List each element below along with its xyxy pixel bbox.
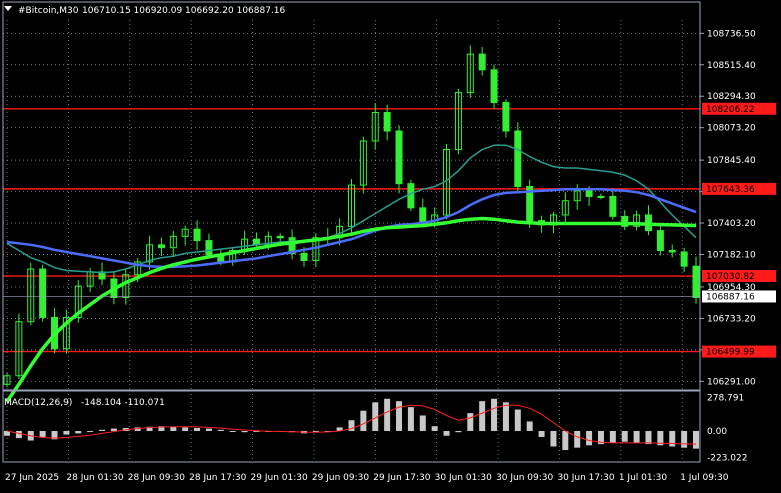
candle-body — [597, 195, 605, 198]
level-price-label: 108206.22 — [706, 105, 755, 115]
candle-body — [383, 112, 391, 132]
grid — [3, 20, 700, 462]
macd-values: -148.104 -110.071 — [81, 398, 165, 408]
x-tick-label: 1 Jul 01:30 — [619, 473, 668, 483]
macd-histogram-bar — [491, 398, 498, 431]
macd-histogram-bar — [681, 430, 688, 448]
macd-tick-label: 0.00 — [707, 427, 727, 437]
candle-body — [276, 235, 284, 239]
macd-histogram-bar — [526, 421, 533, 431]
y-tick-label: 106733.20 — [707, 314, 756, 324]
x-tick-label: 29 Jun 09:30 — [312, 473, 369, 483]
candle-body — [300, 252, 308, 261]
macd-histogram-bar — [693, 430, 699, 449]
macd-histogram-bar — [205, 428, 212, 431]
x-tick-label: 30 Jun 01:30 — [435, 473, 492, 483]
y-tick-label: 107403.20 — [707, 219, 756, 229]
x-tick-label: 29 Jun 17:30 — [373, 473, 430, 483]
macd-histogram-bar — [241, 430, 248, 433]
macd-histogram-bar — [562, 430, 569, 451]
x-tick-label: 30 Jun 17:30 — [557, 473, 614, 483]
candle-body — [692, 265, 700, 299]
macd-label: MACD(12,26,9) — [4, 398, 72, 408]
x-tick-label: 30 Jun 09:30 — [496, 473, 553, 483]
y-tick-label: 107845.40 — [707, 156, 756, 166]
y-tick-label: 108736.50 — [707, 29, 756, 39]
candle-body — [490, 69, 498, 104]
candle-body — [193, 228, 201, 242]
candle-body — [478, 53, 486, 71]
macd-histogram-bar — [574, 430, 581, 448]
macd-histogram-bar — [431, 426, 438, 431]
candle-body — [502, 102, 510, 132]
ma-line-slow — [5, 216, 697, 403]
macd-histogram-bar — [407, 407, 414, 431]
macd-histogram-bar — [419, 415, 426, 431]
macd-histogram-bar — [645, 430, 652, 445]
x-tick-label: 28 Jun 17:30 — [189, 473, 246, 483]
candle-body — [609, 195, 617, 217]
macd-histogram-bar — [609, 430, 616, 443]
macd-histogram-bar — [586, 430, 593, 446]
macd-histogram-bar — [550, 430, 557, 447]
chart-canvas[interactable]: 27 Jun 2025 28 Jun 01:30 28 Jun 09:30 28 Ju… — [0, 0, 781, 489]
level-price-label: 107643.36 — [706, 185, 755, 195]
x-tick-label: 29 Jun 01:30 — [251, 473, 308, 483]
macd-histogram-bar — [63, 430, 70, 435]
macd-histogram-bar — [110, 428, 117, 431]
candle-body — [395, 130, 403, 185]
symbol-dropdown-icon[interactable] — [4, 6, 12, 11]
macd-histogram-bar — [360, 410, 367, 431]
macd-histogram-bar — [384, 398, 391, 431]
macd-tick-label: 278.791 — [707, 394, 744, 404]
macd-histogram-bar — [396, 401, 403, 431]
macd-histogram-bar — [538, 430, 545, 437]
macd-histogram-bar — [75, 430, 82, 434]
symbol-label: #Bitcoin,M30 — [18, 6, 79, 16]
candle-body — [39, 268, 47, 318]
macd-histogram-bar — [621, 430, 628, 442]
x-tick-label: 27 Jun 2025 — [5, 473, 59, 483]
macd-histogram-bar — [514, 409, 521, 431]
macd-histogram-bar — [669, 430, 676, 447]
chart-window[interactable]: 27 Jun 2025 28 Jun 01:30 28 Jun 09:30 28 Ju… — [0, 0, 781, 489]
candle-body — [585, 190, 593, 197]
candle-body — [656, 230, 664, 252]
macd-histogram-bar — [39, 430, 46, 437]
macd-histogram-bar — [194, 428, 201, 431]
macd-histogram-bar — [170, 426, 177, 431]
x-tick-label: 28 Jun 09:30 — [128, 473, 185, 483]
macd-histogram-bar — [182, 427, 189, 431]
macd-histogram-bar — [15, 430, 22, 439]
macd-histogram-bar — [502, 402, 509, 431]
ohlc-readout: 106710.15 106920.09 106692.20 106887.16 — [82, 6, 286, 16]
macd-histogram-bar — [479, 401, 486, 431]
macd-histogram-bar — [443, 430, 450, 436]
candle-body — [419, 207, 427, 225]
x-tick-label: 28 Jun 01:30 — [66, 473, 123, 483]
level-price-label: 107030.82 — [706, 272, 755, 282]
candle-body — [407, 183, 415, 209]
candle-body — [668, 250, 676, 253]
y-tick-label: 108294.30 — [707, 92, 756, 102]
candle-body — [680, 251, 688, 267]
macd-histogram-bar — [99, 429, 106, 431]
candle-body — [157, 244, 165, 249]
candle-body — [205, 240, 213, 256]
last-price-label: 106887.16 — [706, 292, 755, 302]
macd-histogram-bar — [229, 430, 236, 432]
y-tick-label: 108073.20 — [707, 124, 756, 134]
macd-histogram-bar — [217, 429, 224, 431]
macd-histogram-bar — [455, 430, 462, 433]
level-price-label: 106499.99 — [706, 348, 755, 358]
macd-histogram-bar — [87, 430, 94, 432]
y-tick-label: 106291.00 — [707, 377, 756, 387]
macd-histogram-bar — [467, 413, 474, 431]
candle-body — [514, 130, 522, 187]
x-tick-label: 1 Jul 09:30 — [680, 473, 729, 483]
y-tick-label: 107182.10 — [707, 251, 756, 261]
y-tick-label: 108515.40 — [707, 61, 756, 71]
macd-histogram-bar — [633, 430, 640, 443]
macd-tick-label: -223.022 — [707, 454, 747, 464]
